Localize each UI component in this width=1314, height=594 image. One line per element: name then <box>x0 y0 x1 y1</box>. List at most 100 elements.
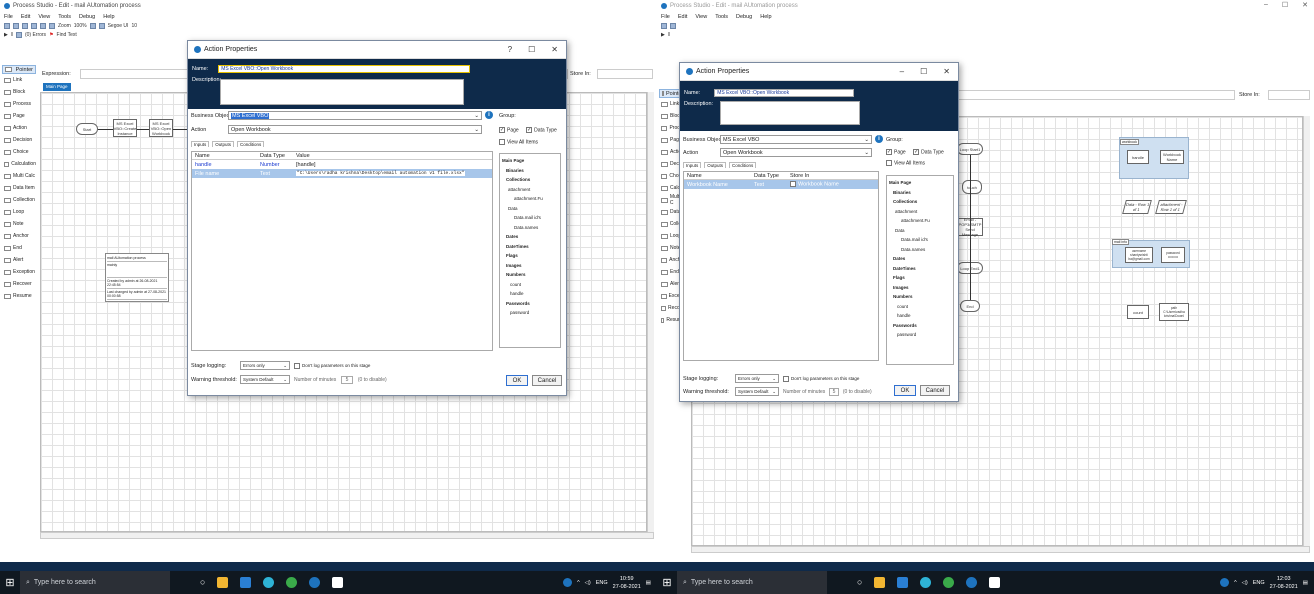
tree-node[interactable]: Flags <box>889 273 951 283</box>
menu-view[interactable]: View <box>38 14 50 20</box>
taskbar-search[interactable]: ⌕ Type here to search <box>20 571 170 594</box>
business-object-select[interactable]: MS Excel VBO ⌄ <box>720 135 872 144</box>
tree-node[interactable]: Collections <box>889 197 951 207</box>
tab-inputs[interactable]: Inputs <box>191 141 210 147</box>
menu-debug[interactable]: Debug <box>79 14 95 20</box>
file-explorer-icon[interactable] <box>874 577 886 588</box>
tray-app-icon[interactable] <box>563 578 573 587</box>
close-icon[interactable]: ✕ <box>943 67 950 76</box>
maximize-icon[interactable]: ☐ <box>1282 1 1288 9</box>
font-name[interactable]: Segoe UI <box>108 23 129 29</box>
store-in-input[interactable] <box>597 69 653 79</box>
tree-node[interactable]: DateTimes <box>502 242 558 252</box>
data-item-handle[interactable]: handle <box>1127 150 1149 164</box>
cell-store-in[interactable]: ✓ Workbook Name <box>790 181 839 188</box>
tree-node[interactable]: password <box>889 330 951 340</box>
store-icon[interactable] <box>897 577 909 588</box>
tree-node[interactable]: Passwords <box>502 299 558 309</box>
menu-file[interactable]: File <box>4 14 13 20</box>
tree-node[interactable]: handle <box>889 311 951 321</box>
tree-node[interactable]: Binaries <box>889 188 951 198</box>
store-in-checkbox[interactable]: ✓ <box>790 181 796 188</box>
tab-outputs[interactable]: Outputs <box>704 162 727 168</box>
vertical-scrollbar[interactable] <box>1303 116 1310 546</box>
name-input[interactable]: MS Excel VBO::Open Workbook <box>714 89 855 97</box>
close-icon[interactable]: ✕ <box>1302 1 1308 9</box>
toolbox-item[interactable]: Decision <box>2 134 36 146</box>
toolbox-item[interactable]: Collection <box>2 194 36 206</box>
file-explorer-icon[interactable] <box>217 577 229 588</box>
toolbox-item[interactable]: Alert <box>2 254 36 266</box>
description-input[interactable] <box>220 79 464 105</box>
dont-log-checkbox[interactable] <box>783 376 789 382</box>
tray-app-icon[interactable] <box>1220 578 1230 587</box>
tree-node[interactable]: Dates <box>502 232 558 242</box>
language-indicator[interactable]: ENG <box>1253 580 1265 586</box>
tree-node[interactable]: Binaries <box>502 166 558 176</box>
save-icon[interactable] <box>4 22 10 29</box>
tree-node[interactable]: attachment <box>502 185 558 195</box>
minimize-icon[interactable]: – <box>900 67 904 76</box>
chevron-up-icon[interactable]: ^ <box>577 580 580 586</box>
end-stage[interactable]: End <box>960 300 980 312</box>
tree-node[interactable]: Main Page <box>889 178 951 188</box>
undo-icon[interactable] <box>40 22 46 29</box>
data-item-username[interactable]: username shantysrishti ba@gmail.com <box>1125 247 1153 263</box>
chrome-icon[interactable] <box>286 577 298 588</box>
task-view-icon[interactable]: ○ <box>200 577 205 588</box>
tree-node[interactable]: Dates <box>889 254 951 264</box>
step-icon[interactable] <box>15 31 22 38</box>
minimize-icon[interactable]: ☐ <box>528 45 535 54</box>
store-in-input[interactable] <box>1268 90 1310 100</box>
ok-button[interactable]: OK <box>894 385 916 396</box>
action-create-instance[interactable]: MS Excel VBO::Create Instance <box>113 119 137 137</box>
loop-start-stage[interactable]: Loop Start1 <box>957 143 983 155</box>
photos-icon[interactable] <box>989 577 1001 588</box>
minutes-stepper[interactable]: 5 <box>828 388 840 396</box>
data-item-workbook-name[interactable]: Workbook Name <box>1160 150 1184 164</box>
tree-node[interactable]: attachment.Fu <box>889 216 951 226</box>
tree-node[interactable]: Data.names <box>502 223 558 233</box>
tab-inputs[interactable]: Inputs <box>683 162 702 168</box>
copy-icon[interactable] <box>31 22 37 29</box>
tree-node[interactable]: Numbers <box>889 292 951 302</box>
menu-view[interactable]: View <box>695 14 707 20</box>
description-input[interactable] <box>720 101 860 125</box>
info-icon[interactable]: i <box>485 111 493 119</box>
data-item-path[interactable]: path C:\Users\radha krishna\Downl <box>1159 303 1189 321</box>
vertical-scrollbar[interactable] <box>647 92 654 532</box>
collection-data[interactable]: Data - Row 1 of 1 <box>1122 200 1152 214</box>
table-row[interactable]: Workbook Name Text ✓ Workbook Name <box>684 180 878 189</box>
action-open-workbook[interactable]: MS Excel VBO::Open Workbook <box>149 119 173 137</box>
cut-icon[interactable] <box>22 22 28 29</box>
help-button[interactable]: ? <box>508 45 512 54</box>
data-item-count[interactable]: count <box>1127 305 1149 319</box>
chrome-icon[interactable] <box>943 577 955 588</box>
font-size[interactable]: 10 <box>131 23 137 29</box>
tab-main-page[interactable]: Main Page <box>43 83 71 91</box>
edge-icon[interactable] <box>263 577 275 588</box>
tree-node[interactable]: attachment <box>889 207 951 217</box>
warning-threshold-select[interactable]: System Default ⌄ <box>240 375 290 384</box>
data-type-checkbox[interactable]: ✓ <box>526 127 533 133</box>
clock[interactable]: 10:59 27-08-2021 <box>613 575 641 591</box>
menu-help[interactable]: Help <box>103 14 114 20</box>
print-icon[interactable] <box>13 22 19 29</box>
tree-node[interactable]: attachment.Fu <box>502 194 558 204</box>
menu-tools[interactable]: Tools <box>58 14 71 20</box>
expression-input[interactable] <box>957 90 1235 100</box>
volume-icon[interactable]: ◁) <box>1242 580 1248 586</box>
toolbox-item[interactable]: Process <box>2 98 36 110</box>
windows-start-icon[interactable]: ⊞ <box>657 576 677 589</box>
data-item-password[interactable]: password ••••••••• <box>1161 247 1185 263</box>
menu-debug[interactable]: Debug <box>736 14 752 20</box>
minimize-icon[interactable]: – <box>1264 1 1268 9</box>
tree-node[interactable]: Data.names <box>889 245 951 255</box>
page-checkbox[interactable]: ✓ <box>499 127 505 133</box>
warning-threshold-select[interactable]: System Default ⌄ <box>735 387 779 396</box>
close-icon[interactable]: ✕ <box>551 45 558 54</box>
toolbox-item[interactable]: Resume <box>2 290 36 302</box>
tree-node[interactable]: Data <box>889 226 951 236</box>
notification-icon[interactable]: ▤ <box>646 580 651 586</box>
action-select[interactable]: Open Workbook ⌄ <box>720 148 872 157</box>
